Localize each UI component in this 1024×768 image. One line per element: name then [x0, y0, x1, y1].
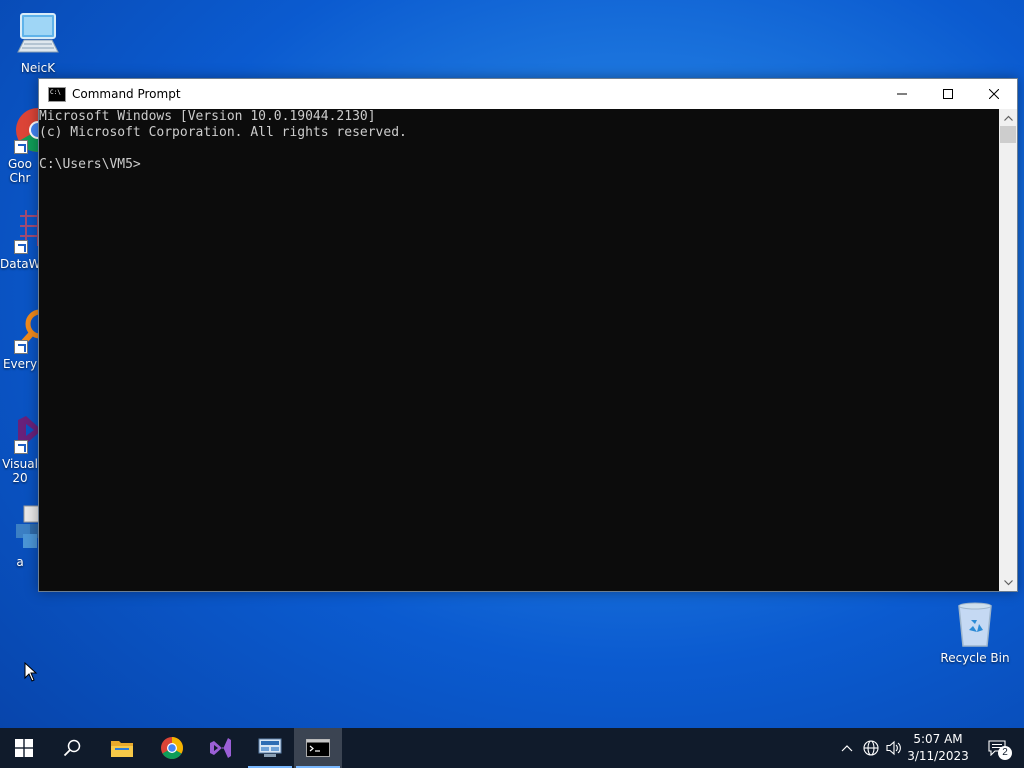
globe-network-icon — [863, 740, 879, 756]
window-title: Command Prompt — [72, 87, 181, 101]
scroll-down-button[interactable] — [999, 574, 1017, 591]
console-output[interactable]: Microsoft Windows [Version 10.0.19044.21… — [39, 109, 999, 591]
desktop-icon-label: Goo Chr — [8, 157, 32, 185]
desktop-icon-recycle-bin[interactable]: Recycle Bin — [937, 600, 1013, 665]
minimize-icon — [897, 93, 907, 95]
start-button[interactable] — [0, 728, 48, 768]
minimize-button[interactable] — [879, 79, 925, 109]
recycle-bin-icon — [951, 600, 999, 648]
desktop-icon-label: a — [16, 555, 24, 569]
maximize-icon — [943, 89, 953, 99]
command-prompt-window[interactable]: Command Prompt Microsoft Windows [Versio… — [38, 78, 1018, 592]
close-button[interactable] — [971, 79, 1017, 109]
command-prompt-taskbar-button[interactable] — [294, 728, 342, 768]
search-button[interactable] — [48, 728, 96, 768]
notification-center-button[interactable]: 2 — [978, 728, 1020, 768]
console-line: (c) Microsoft Corporation. All rights re… — [39, 125, 407, 140]
notification-count-badge: 2 — [998, 746, 1012, 760]
scrollbar-thumb[interactable] — [1000, 126, 1016, 143]
clock-time: 5:07 AM — [913, 732, 963, 746]
maximize-button[interactable] — [925, 79, 971, 109]
desktop-icon-label: Recycle Bin — [940, 651, 1010, 665]
desktop-icon-label: Visual 20 — [2, 457, 38, 485]
vertical-scrollbar[interactable] — [999, 109, 1017, 591]
desktop-icon-label: DataW — [0, 257, 41, 271]
shortcut-arrow-icon — [14, 340, 28, 354]
close-icon — [989, 89, 999, 99]
console-prompt[interactable]: C:\Users\VM5> — [39, 157, 999, 173]
shortcut-arrow-icon — [14, 140, 28, 154]
mouse-cursor-icon — [24, 661, 38, 686]
show-hidden-icons-button[interactable] — [836, 728, 858, 768]
taskbar-clock[interactable]: 5:07 AM 3/11/2023 — [900, 728, 976, 768]
window-titlebar[interactable]: Command Prompt — [39, 79, 1017, 109]
network-app-taskbar-button[interactable] — [246, 728, 294, 768]
visual-studio-icon — [210, 738, 231, 758]
chevron-down-icon — [1003, 579, 1013, 585]
command-prompt-icon — [48, 86, 66, 102]
command-prompt-icon — [306, 739, 330, 757]
desktop-icon-label: NeicK — [20, 61, 56, 75]
scroll-up-button[interactable] — [999, 109, 1017, 126]
search-icon — [63, 739, 81, 757]
network-tray-button[interactable] — [860, 728, 882, 768]
desktop-icon-neick[interactable]: NeicK — [0, 10, 76, 75]
shortcut-arrow-icon — [14, 440, 28, 454]
chevron-up-icon — [1003, 115, 1013, 121]
computer-icon — [14, 10, 62, 58]
taskbar: 5:07 AM 3/11/2023 2 — [0, 728, 1024, 768]
chrome-taskbar-button[interactable] — [148, 728, 196, 768]
console-line: Microsoft Windows [Version 10.0.19044.21… — [39, 109, 376, 124]
network-app-icon — [258, 738, 282, 757]
windows-start-icon — [15, 739, 33, 757]
file-explorer-button[interactable] — [98, 728, 146, 768]
file-explorer-icon — [111, 741, 133, 757]
chrome-icon — [161, 737, 183, 759]
chevron-up-icon — [841, 745, 853, 752]
shortcut-arrow-icon — [14, 240, 28, 254]
clock-date: 3/11/2023 — [907, 749, 969, 763]
desktop-icon-label: Every — [2, 357, 38, 371]
visual-studio-taskbar-button[interactable] — [196, 728, 244, 768]
